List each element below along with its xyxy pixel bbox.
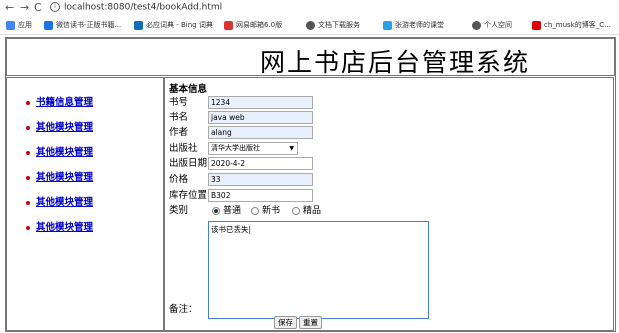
url-text: localhost:8080/test4/bookAdd.html <box>64 2 223 13</box>
section-title: 基本信息 <box>169 84 208 95</box>
chevron-down-icon: ▼ <box>289 145 294 152</box>
publisher-value: 清华大学出版社 <box>211 144 260 152</box>
sidebar-item-books: 书籍信息管理 <box>26 94 93 108</box>
bing-icon <box>134 20 143 30</box>
radio-checked-icon <box>212 206 220 215</box>
sidebar-link-books[interactable]: 书籍信息管理 <box>36 97 93 108</box>
author-input[interactable]: alang <box>208 126 313 139</box>
back-arrow-icon[interactable]: ← <box>5 1 14 15</box>
sidebar-item-other: 其他模块管理 <box>26 119 93 133</box>
globe-icon <box>472 20 481 30</box>
bookmark-weread[interactable]: 微信读书-正版书籍... <box>44 19 121 31</box>
save-button[interactable]: 保存 <box>274 316 297 329</box>
info-icon[interactable]: i <box>50 2 60 12</box>
weread-icon <box>44 20 53 30</box>
bullet-icon <box>26 125 30 130</box>
isbn-input[interactable]: 1234 <box>208 96 313 109</box>
location-input[interactable]: B302 <box>208 189 313 202</box>
sidebar-item-other: 其他模块管理 <box>26 169 93 183</box>
sidebar-link-other[interactable]: 其他模块管理 <box>36 172 93 183</box>
forward-arrow-icon[interactable]: → <box>20 1 29 15</box>
class-icon <box>383 20 392 30</box>
sidebar-item-other: 其他模块管理 <box>26 219 93 233</box>
date-label: 出版日期 <box>169 158 208 169</box>
header-cell: 网上书店后台管理系统 <box>6 38 615 77</box>
page-title: 网上书店后台管理系统 <box>259 48 530 77</box>
address-bar-row: ← → C i localhost:8080/test4/bookAdd.html <box>0 0 619 16</box>
remark-label: 备注： <box>169 304 198 315</box>
sidebar-item-other: 其他模块管理 <box>26 144 93 158</box>
bookmark-163mail[interactable]: 网易邮箱6.0版 <box>224 19 282 31</box>
publisher-label: 出版社 <box>169 143 198 154</box>
bookmark-blog[interactable]: ch_musk的博客_C... <box>532 19 611 31</box>
category-label: 类别 <box>169 205 189 216</box>
radio-unchecked-icon <box>251 206 259 215</box>
publisher-select[interactable]: 清华大学出版社 ▼ <box>208 142 298 155</box>
bullet-icon <box>26 175 30 180</box>
bullet-icon <box>26 200 30 205</box>
sidebar: 书籍信息管理 其他模块管理 其他模块管理 其他模块管理 其他模块管理 其他模块管… <box>6 77 164 331</box>
book-name-input[interactable]: java web <box>208 111 313 124</box>
category-radio-normal[interactable]: 普通 <box>212 203 241 216</box>
bullet-icon <box>26 150 30 155</box>
globe-icon <box>306 20 315 30</box>
reload-icon[interactable]: C <box>34 1 42 15</box>
sidebar-link-other[interactable]: 其他模块管理 <box>36 122 93 133</box>
price-label: 价格 <box>169 174 189 185</box>
bookmarks-bar: 应用 微信读书-正版书籍... 必应词典 - Bing 词典 网易邮箱6.0版 … <box>0 17 619 35</box>
sidebar-link-other[interactable]: 其他模块管理 <box>36 197 93 208</box>
url-field[interactable]: i localhost:8080/test4/bookAdd.html <box>50 2 222 13</box>
sidebar-link-other[interactable]: 其他模块管理 <box>36 222 93 233</box>
isbn-label: 书号 <box>169 97 189 108</box>
sidebar-item-other: 其他模块管理 <box>26 194 93 208</box>
bookmark-apps[interactable]: 应用 <box>6 19 32 31</box>
book-form: 基本信息 书号 1234 书名 java web 作者 alang 出版社 清华… <box>164 77 614 331</box>
price-input[interactable]: 33 <box>208 173 313 186</box>
location-label: 库存位置 <box>169 190 208 201</box>
date-input[interactable]: 2020-4-2 <box>208 157 313 170</box>
bookmark-personal[interactable]: 个人空间 <box>472 19 512 31</box>
csdn-icon <box>532 20 541 30</box>
bookmark-class[interactable]: 张游老师的课堂 <box>383 19 444 31</box>
bookmark-docs[interactable]: 文档下载服务 <box>306 19 360 31</box>
remark-textarea[interactable]: 该书已丢失| <box>208 221 429 319</box>
mail-icon <box>224 20 233 30</box>
sidebar-link-other[interactable]: 其他模块管理 <box>36 147 93 158</box>
bullet-icon <box>26 100 30 105</box>
category-radio-premium[interactable]: 精品 <box>292 203 321 216</box>
bullet-icon <box>26 225 30 230</box>
radio-unchecked-icon <box>292 206 300 215</box>
category-radio-new[interactable]: 新书 <box>251 203 280 216</box>
page-table: 网上书店后台管理系统 书籍信息管理 其他模块管理 其他模块管理 其他模块管理 其… <box>5 37 616 332</box>
apps-grid-icon <box>6 20 15 30</box>
name-label: 书名 <box>169 112 189 123</box>
author-label: 作者 <box>169 127 189 138</box>
reset-button[interactable]: 重置 <box>299 316 322 329</box>
bookmark-bing[interactable]: 必应词典 - Bing 词典 <box>134 19 213 31</box>
